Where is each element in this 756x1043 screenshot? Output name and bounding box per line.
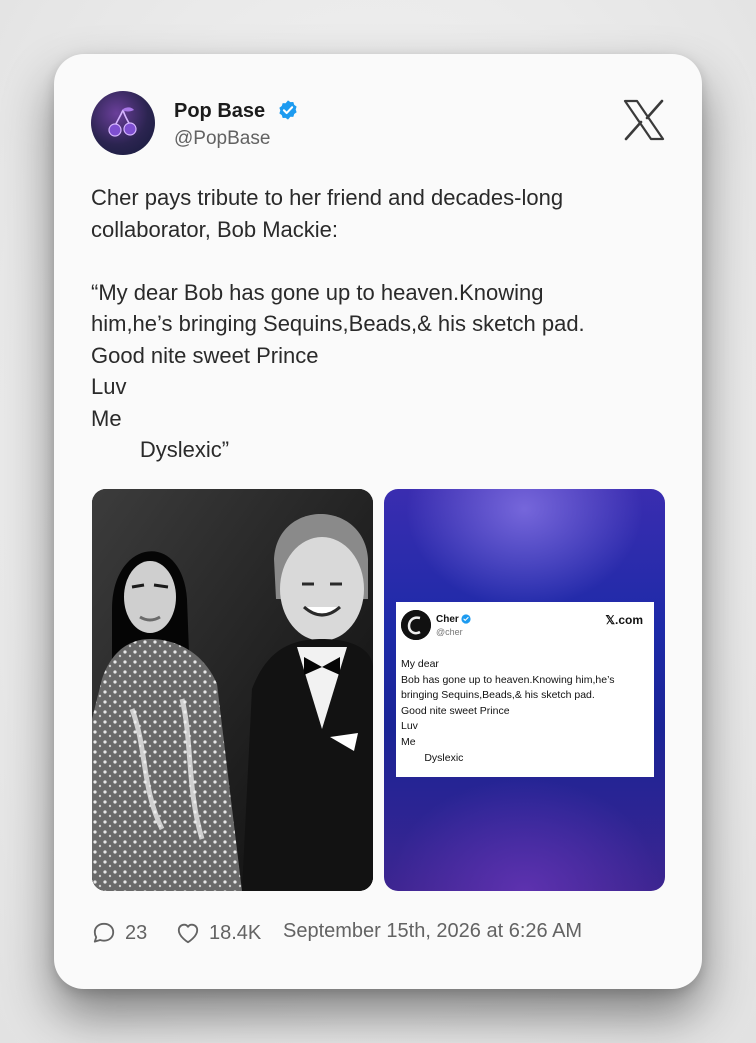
cher-avatar-image — [401, 610, 431, 640]
author-name[interactable]: Pop Base — [174, 100, 265, 123]
tweet-text: Cher pays tribute to her friend and deca… — [91, 185, 585, 462]
reply-icon — [93, 922, 115, 943]
timestamp-text: September 15th, 2026 at 6:26 AM — [283, 920, 583, 942]
reply-button[interactable]: 23 — [91, 920, 147, 946]
author-handle[interactable]: @PopBase — [174, 128, 270, 150]
embedded-author-handle: @cher — [436, 627, 463, 637]
timestamp[interactable]: September 15th, 2026 at 6:26 AM — [283, 920, 582, 943]
cherry-icon — [108, 107, 137, 137]
embedded-verified-icon — [461, 614, 471, 624]
media-photo[interactable] — [92, 489, 373, 891]
like-button[interactable]: 18.4K — [175, 920, 261, 946]
like-count: 18.4K — [209, 921, 262, 944]
verified-badge-icon — [279, 100, 297, 120]
cher-avatar — [401, 610, 431, 640]
tweet-card: Pop Base @PopBase Cher pays tribute to h… — [54, 54, 702, 989]
reply-count: 23 — [125, 921, 148, 944]
embedded-post-text: My dear Bob has gone up to heaven.Knowin… — [401, 658, 615, 764]
media-embedded-post[interactable]: Cher @cher 𝕏.com My dear Bob has gone up… — [384, 489, 665, 891]
author-avatar[interactable] — [91, 91, 155, 155]
embedded-author-name: Cher — [436, 614, 459, 625]
embedded-source-label: 𝕏.com — [605, 613, 643, 627]
photo-illustration — [92, 489, 373, 891]
heart-icon — [177, 923, 199, 944]
x-logo-icon[interactable] — [622, 98, 666, 142]
embedded-post-card[interactable]: Cher @cher 𝕏.com My dear Bob has gone up… — [396, 602, 654, 777]
